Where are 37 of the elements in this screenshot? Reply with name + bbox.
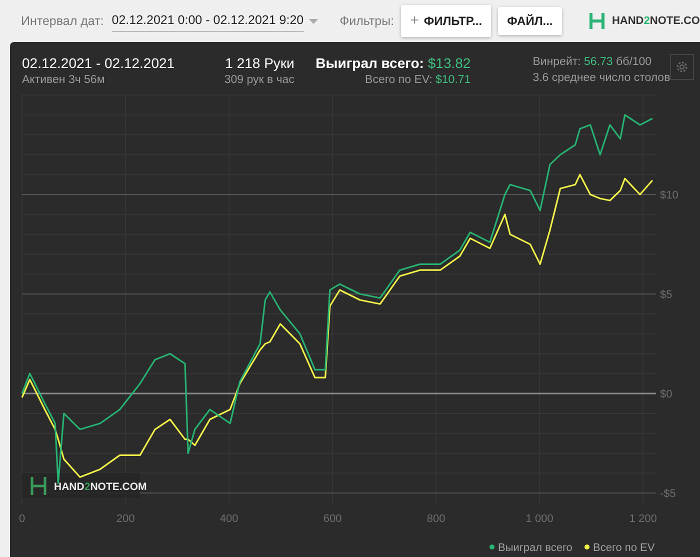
file-button[interactable]: ФАЙЛ... bbox=[498, 7, 562, 35]
logo-icon bbox=[30, 476, 46, 496]
x-axis-label: 400 bbox=[220, 513, 238, 525]
settings-button[interactable] bbox=[670, 54, 694, 80]
hands-count: 1 218 Руки bbox=[224, 54, 294, 72]
won-value: $13.82 bbox=[428, 55, 471, 71]
winrate-label: Винрейт: bbox=[532, 56, 581, 68]
x-axis-label: 1 200 bbox=[629, 513, 657, 525]
won-label: Выиграл всего: bbox=[316, 55, 424, 71]
winrate-unit: бб/100 bbox=[616, 56, 652, 68]
date-range: 02.12.2021 - 02.12.2021 bbox=[22, 54, 176, 72]
gear-icon bbox=[675, 60, 690, 74]
x-axis-label: 600 bbox=[323, 513, 342, 525]
legend-label: Всего по EV bbox=[593, 542, 655, 554]
add-filter-button[interactable]: + ФИЛЬТР... bbox=[401, 4, 492, 38]
watermark-text: HAND2NOTE.COM bbox=[54, 481, 147, 493]
legend-label: Выиграл всего bbox=[498, 542, 572, 554]
y-axis-label: $10 bbox=[660, 190, 678, 202]
y-axis-label: $0 bbox=[660, 388, 672, 401]
winrate-value: 56.73 bbox=[584, 56, 613, 68]
ev-label: Всего по EV: bbox=[365, 74, 432, 86]
ev-value: $10.71 bbox=[436, 74, 471, 86]
y-axis-label: $5 bbox=[660, 289, 672, 302]
interval-label: Интервал дат: bbox=[21, 12, 104, 30]
active-time: Активен 3ч 56м bbox=[22, 73, 106, 88]
y-axis-label: -$5 bbox=[660, 488, 676, 500]
logo-text: HAND2NOTE.CO bbox=[612, 14, 700, 29]
hands-per-hour: 309 рук в час bbox=[223, 73, 294, 88]
filters-label: Фильтры: bbox=[340, 12, 394, 30]
caret-icon[interactable] bbox=[308, 18, 318, 24]
logo-icon bbox=[588, 12, 605, 30]
x-axis-label: 200 bbox=[116, 513, 135, 525]
x-axis-label: 800 bbox=[426, 513, 446, 525]
x-axis-label: 1 000 bbox=[526, 513, 554, 525]
x-axis-label: 0 bbox=[18, 513, 26, 525]
date-range-dropdown[interactable]: 02.12.2021 0:00 - 02.12.2021 9:20 bbox=[112, 10, 304, 32]
tables-average: 3.6 среднее число столов bbox=[532, 71, 670, 86]
